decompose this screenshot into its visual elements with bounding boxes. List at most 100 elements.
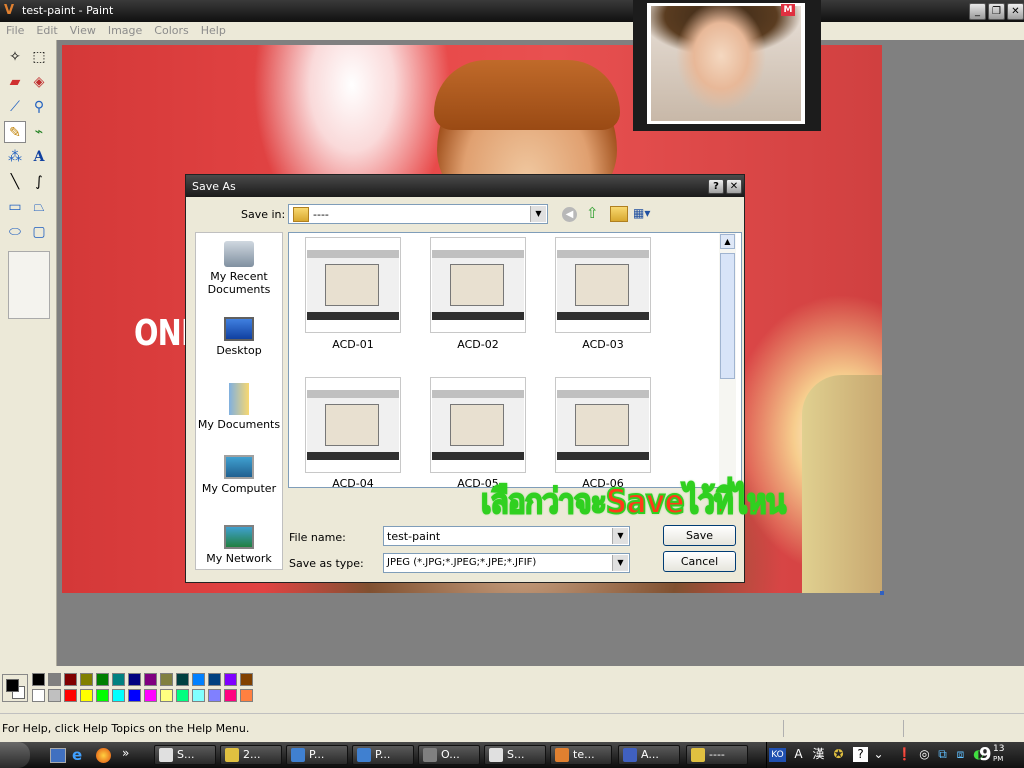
chevron-down-icon[interactable]: ▼ <box>530 206 546 222</box>
place-my-network[interactable]: My Network <box>196 525 282 565</box>
dialog-close-button[interactable]: ✕ <box>726 179 742 194</box>
file-name-label[interactable]: ACD-04 <box>298 477 408 490</box>
file-thumbnail[interactable] <box>555 377 651 473</box>
minimize-button[interactable]: _ <box>969 3 986 20</box>
color-swatch[interactable] <box>224 689 237 702</box>
place-my-documents[interactable]: My Documents <box>196 383 282 431</box>
show-desktop-icon[interactable] <box>50 748 66 763</box>
file-thumbnail[interactable] <box>555 237 651 333</box>
primary-color[interactable] <box>6 679 19 692</box>
taskbar-button[interactable]: A... <box>618 745 680 765</box>
hanja-icon[interactable]: 漢 <box>811 747 826 762</box>
color-swatch[interactable] <box>112 673 125 686</box>
display-icon[interactable]: ⧈ <box>953 747 968 762</box>
canvas-resize-handle[interactable] <box>880 591 884 595</box>
color-swatch[interactable] <box>176 673 189 686</box>
cancel-button[interactable]: Cancel <box>663 551 736 572</box>
brush-icon[interactable]: ⌁ <box>28 121 50 143</box>
file-list[interactable]: ACD-01 ACD-02 ACD-03 ACD-04 ACD-05 ACD-0… <box>288 232 742 490</box>
dialog-help-button[interactable]: ? <box>708 179 724 194</box>
color-swatch[interactable] <box>80 673 93 686</box>
color-swatch[interactable] <box>112 689 125 702</box>
taskbar-button[interactable]: P... <box>286 745 348 765</box>
rectangle-icon[interactable]: ▭ <box>4 196 26 218</box>
color-swatch[interactable] <box>192 673 205 686</box>
language-indicator[interactable]: KO <box>769 748 786 762</box>
taskbar-button[interactable]: S... <box>154 745 216 765</box>
menu-image[interactable]: Image <box>108 24 142 37</box>
color-swatch[interactable] <box>160 673 173 686</box>
color-swatch[interactable] <box>128 689 141 702</box>
save-button[interactable]: Save <box>663 525 736 546</box>
chevron-down-icon[interactable]: ▼ <box>612 555 628 571</box>
tool-options[interactable] <box>8 251 50 319</box>
color-swatch[interactable] <box>224 673 237 686</box>
taskbar-button[interactable]: te... <box>550 745 612 765</box>
color-swatch[interactable] <box>128 673 141 686</box>
free-select-icon[interactable]: ✧ <box>4 46 26 68</box>
taskbar-button[interactable]: ---- <box>686 745 748 765</box>
text-icon[interactable]: A <box>28 146 50 168</box>
ie-icon[interactable]: e <box>72 746 82 764</box>
file-name-label[interactable]: ACD-03 <box>548 338 658 351</box>
color-swatch[interactable] <box>176 689 189 702</box>
taskbar-button[interactable]: 2... <box>220 745 282 765</box>
save-type-dropdown[interactable]: JPEG (*.JPG;*.JPEG;*.JPE;*.JFIF) ▼ <box>383 553 630 573</box>
color-swatch[interactable] <box>80 689 93 702</box>
menu-colors[interactable]: Colors <box>154 24 188 37</box>
color-swatch[interactable] <box>144 673 157 686</box>
paint-app-icon[interactable]: V <box>4 3 14 18</box>
scroll-up-icon[interactable]: ▲ <box>720 234 735 249</box>
file-thumbnail[interactable] <box>305 237 401 333</box>
color-swatch[interactable] <box>32 673 45 686</box>
start-button[interactable] <box>0 742 30 768</box>
quicklaunch-more-icon[interactable]: » <box>122 746 129 760</box>
color-swatch[interactable] <box>96 673 109 686</box>
fill-bucket-icon[interactable]: ◈ <box>28 71 50 93</box>
close-button[interactable]: ✕ <box>1007 3 1024 20</box>
color-swatch[interactable] <box>160 689 173 702</box>
help-tray-icon[interactable]: ? <box>853 747 868 762</box>
file-thumbnail[interactable] <box>305 377 401 473</box>
eraser-icon[interactable]: ▰ <box>4 71 26 93</box>
security-icon[interactable]: ❗ <box>897 747 912 762</box>
color-swatch[interactable] <box>64 673 77 686</box>
color-swatch[interactable] <box>48 673 61 686</box>
airbrush-icon[interactable]: ⁂ <box>4 146 26 168</box>
view-menu-icon[interactable]: ▦▾ <box>633 206 655 220</box>
back-icon[interactable]: ◀ <box>562 207 577 222</box>
up-folder-icon[interactable]: ⇧ <box>586 205 602 221</box>
line-icon[interactable]: ╲ <box>4 171 26 193</box>
ime-options-icon[interactable]: ⌄ <box>871 747 886 762</box>
taskbar-button[interactable]: S... <box>484 745 546 765</box>
scroll-thumb[interactable] <box>720 253 735 379</box>
place-my-computer[interactable]: My Computer <box>196 455 282 495</box>
color-swatch[interactable] <box>32 689 45 702</box>
menu-edit[interactable]: Edit <box>36 24 57 37</box>
speaker-icon[interactable]: ◎ <box>917 747 932 762</box>
taskbar-button[interactable]: O... <box>418 745 480 765</box>
chevron-down-icon[interactable]: ▼ <box>612 528 628 544</box>
color-swatch[interactable] <box>208 689 221 702</box>
rounded-rect-icon[interactable]: ▢ <box>28 221 50 243</box>
file-name-input[interactable]: test-paint ▼ <box>383 526 630 546</box>
taskbar-button[interactable]: P... <box>352 745 414 765</box>
restore-button[interactable]: ❐ <box>988 3 1005 20</box>
color-swatch[interactable] <box>192 689 205 702</box>
current-colors[interactable] <box>2 674 28 702</box>
menu-help[interactable]: Help <box>201 24 226 37</box>
curve-icon[interactable]: ∫ <box>28 171 50 193</box>
color-swatch[interactable] <box>144 689 157 702</box>
ime-tools-icon[interactable]: ✪ <box>831 747 846 762</box>
rect-select-icon[interactable]: ⬚ <box>28 46 50 68</box>
firefox-icon[interactable] <box>96 748 111 763</box>
place-recent[interactable]: My Recent Documents <box>196 241 282 296</box>
color-swatch[interactable] <box>64 689 77 702</box>
file-name-label[interactable]: ACD-01 <box>298 338 408 351</box>
color-swatch[interactable] <box>208 673 221 686</box>
file-list-scrollbar[interactable]: ▲ <box>719 233 736 485</box>
polygon-icon[interactable]: ⏢ <box>28 196 50 218</box>
ime-mode-icon[interactable]: A <box>791 747 806 762</box>
color-picker-icon[interactable]: ⟋ <box>4 96 26 118</box>
file-name-label[interactable]: ACD-02 <box>423 338 533 351</box>
